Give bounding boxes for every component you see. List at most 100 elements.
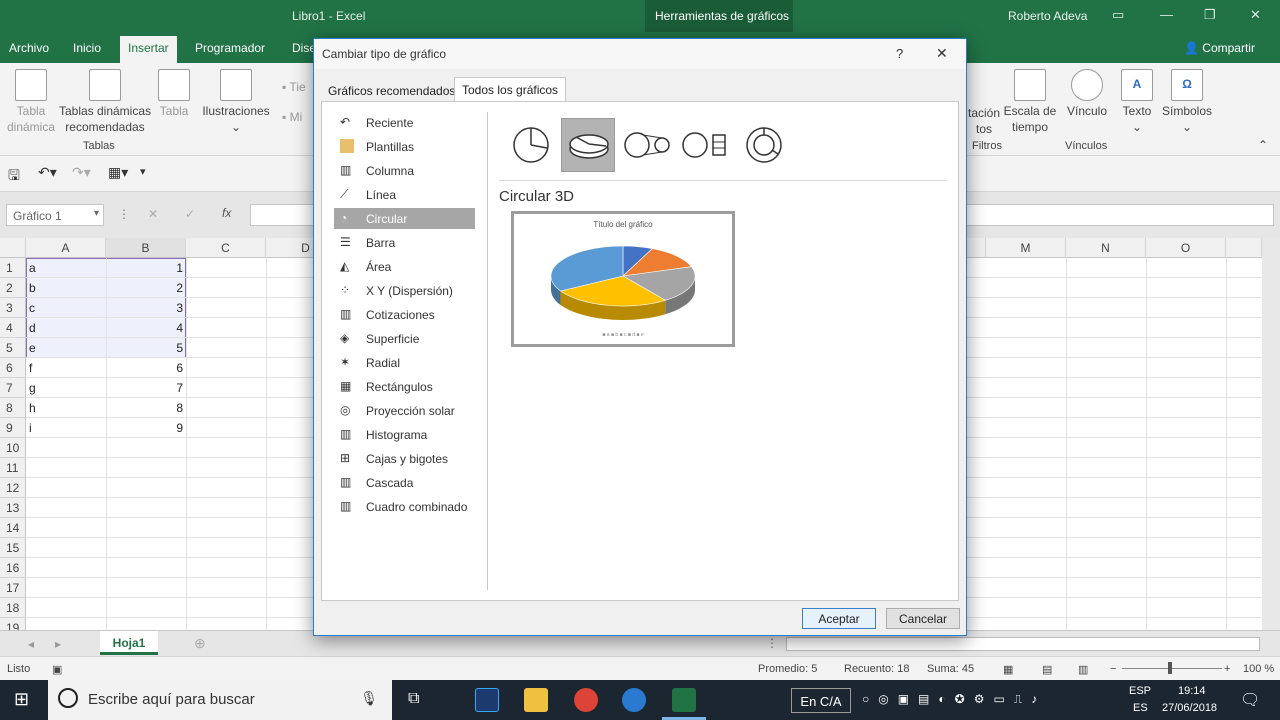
pie-subtype-3d[interactable] [561, 118, 615, 172]
doughnut-subtype[interactable] [737, 118, 791, 172]
cell-a[interactable]: i [26, 418, 106, 438]
category-radial[interactable]: ✶ Radial [334, 352, 475, 373]
row-header[interactable]: 15 [0, 538, 26, 558]
zoom-in-icon[interactable]: + [1224, 663, 1230, 675]
notifications-icon[interactable]: 🗨 [1240, 690, 1260, 710]
text-button[interactable]: A Texto ⌄ [1118, 69, 1156, 135]
language-secondary[interactable]: ES [1133, 702, 1148, 714]
cancel-icon[interactable]: ✕ [148, 207, 158, 221]
zoom-slider[interactable] [1122, 668, 1222, 669]
help-button[interactable]: ? [896, 46, 903, 61]
row-header[interactable]: 4 [0, 318, 26, 338]
category-cuadro-combinado[interactable]: ▥ Cuadro combinado [334, 496, 475, 517]
cell-b[interactable]: 6 [106, 358, 186, 378]
row-header[interactable]: 13 [0, 498, 26, 518]
column-header[interactable] [1226, 238, 1262, 258]
form-icon[interactable]: ▦▾ [108, 164, 128, 181]
system-tray-icons[interactable]: ○◎▣▤◐✪⚙▭⎍♪ [862, 692, 1046, 707]
tab-programador[interactable]: Programador [195, 41, 265, 55]
category-barra[interactable]: ☰ Barra [334, 232, 475, 253]
row-header[interactable]: 8 [0, 398, 26, 418]
excel-icon[interactable] [672, 688, 696, 712]
normal-view-icon[interactable]: ▦ [1003, 663, 1013, 676]
timeline-button[interactable]: Escala de tiempo [1002, 69, 1058, 135]
next-sheet-icon[interactable]: ▸ [55, 637, 61, 651]
undo-icon[interactable]: ↶▾ [38, 164, 57, 181]
column-header[interactable]: A [26, 238, 106, 258]
pie-of-pie-subtype[interactable] [621, 118, 675, 172]
minimize-icon[interactable]: — [1160, 7, 1173, 22]
macro-record-icon[interactable]: ▣ [52, 663, 62, 676]
tab-recommended-charts[interactable]: Gráficos recomendados [321, 79, 462, 101]
category-cajas-bigotes[interactable]: ⊞ Cajas y bigotes [334, 448, 475, 469]
cancel-button[interactable]: Cancelar [886, 608, 960, 629]
category-histograma[interactable]: ▥ Histograma [334, 424, 475, 445]
row-header[interactable]: 16 [0, 558, 26, 578]
add-sheet-icon[interactable]: ⊕ [194, 635, 206, 652]
cell-b[interactable]: 5 [106, 338, 186, 358]
my-addins-button[interactable]: ▪ Mi [282, 109, 302, 125]
user-name[interactable]: Roberto Adeva [1008, 9, 1087, 23]
category-plantillas[interactable]: Plantillas [334, 136, 475, 157]
chrome-icon[interactable] [574, 688, 598, 712]
cell-a[interactable]: h [26, 398, 106, 418]
redo-icon[interactable]: ↷▾ [72, 164, 91, 181]
pie-subtype-2d[interactable] [504, 118, 558, 172]
cell-a[interactable]: g [26, 378, 106, 398]
page-break-icon[interactable]: ▥ [1078, 663, 1088, 676]
customize-qat-icon[interactable]: ▾ [140, 165, 146, 178]
cell-a[interactable]: b [26, 278, 106, 298]
sheet-tab-hoja1[interactable]: Hoja1 [100, 631, 158, 655]
category-circular[interactable]: ◔ Circular [334, 208, 475, 229]
category-superficie[interactable]: ◈ Superficie [334, 328, 475, 349]
save-icon[interactable]: 🖫 [8, 165, 20, 189]
tab-insertar[interactable]: Insertar [120, 36, 177, 63]
accept-button[interactable]: Aceptar [802, 608, 876, 629]
row-header[interactable]: 2 [0, 278, 26, 298]
cell-a[interactable]: f [26, 358, 106, 378]
row-header[interactable]: 12 [0, 478, 26, 498]
row-header[interactable]: 3 [0, 298, 26, 318]
cell-b[interactable]: 9 [106, 418, 186, 438]
chart-preview[interactable]: Título del gráfico ■ a ■ b ■ c ■ d ■ e [511, 211, 735, 347]
column-header[interactable]: C [186, 238, 266, 258]
page-layout-icon[interactable]: ▤ [1042, 663, 1052, 676]
row-header[interactable]: 7 [0, 378, 26, 398]
link-button[interactable]: Vínculo [1064, 69, 1110, 119]
en-ca-indicator[interactable]: En C/A [791, 688, 851, 713]
language-primary[interactable]: ESP [1129, 685, 1151, 697]
slicer-button[interactable]: tación tos [966, 105, 1002, 137]
cell-a[interactable]: a [26, 258, 106, 278]
zoom-level[interactable]: 100 % [1243, 663, 1274, 675]
photoshop-icon[interactable] [475, 688, 499, 712]
table-button[interactable]: Tabla [156, 69, 192, 119]
column-header[interactable]: N [1066, 238, 1146, 258]
cell-a[interactable]: c [26, 298, 106, 318]
cell-a[interactable]: e [26, 338, 106, 358]
taskbar-search[interactable]: Escribe aquí para buscar 🎙 [48, 680, 392, 720]
recommended-pivot-button[interactable]: Tablas dinámicas recomendadas [58, 69, 152, 135]
illustrations-button[interactable]: Ilustraciones ⌄ [200, 69, 272, 135]
task-view-icon[interactable]: ⧉ [408, 690, 419, 708]
tab-all-charts[interactable]: Todos los gráficos [454, 77, 567, 102]
chat-app-icon[interactable] [622, 688, 646, 712]
select-all-corner[interactable] [0, 238, 26, 258]
row-header[interactable]: 10 [0, 438, 26, 458]
category-reciente[interactable]: ↶ Reciente [334, 112, 475, 133]
cell-b[interactable]: 3 [106, 298, 186, 318]
cell-b[interactable]: 4 [106, 318, 186, 338]
enter-icon[interactable]: ✓ [185, 207, 195, 221]
row-header[interactable]: 11 [0, 458, 26, 478]
vertical-scrollbar[interactable] [1262, 238, 1280, 630]
cell-b[interactable]: 8 [106, 398, 186, 418]
clock-date[interactable]: 27/06/2018 [1162, 702, 1217, 714]
file-explorer-icon[interactable] [524, 688, 548, 712]
category-cascada[interactable]: ▥ Cascada [334, 472, 475, 493]
cell-b[interactable]: 1 [106, 258, 186, 278]
category-linea[interactable]: ⟋ Línea [334, 184, 475, 205]
cell-a[interactable]: d [26, 318, 106, 338]
row-header[interactable]: 9 [0, 418, 26, 438]
microphone-icon[interactable]: 🎙 [360, 690, 378, 707]
share-button[interactable]: 👤 Compartir [1184, 41, 1255, 55]
clock-time[interactable]: 19:14 [1178, 685, 1206, 697]
